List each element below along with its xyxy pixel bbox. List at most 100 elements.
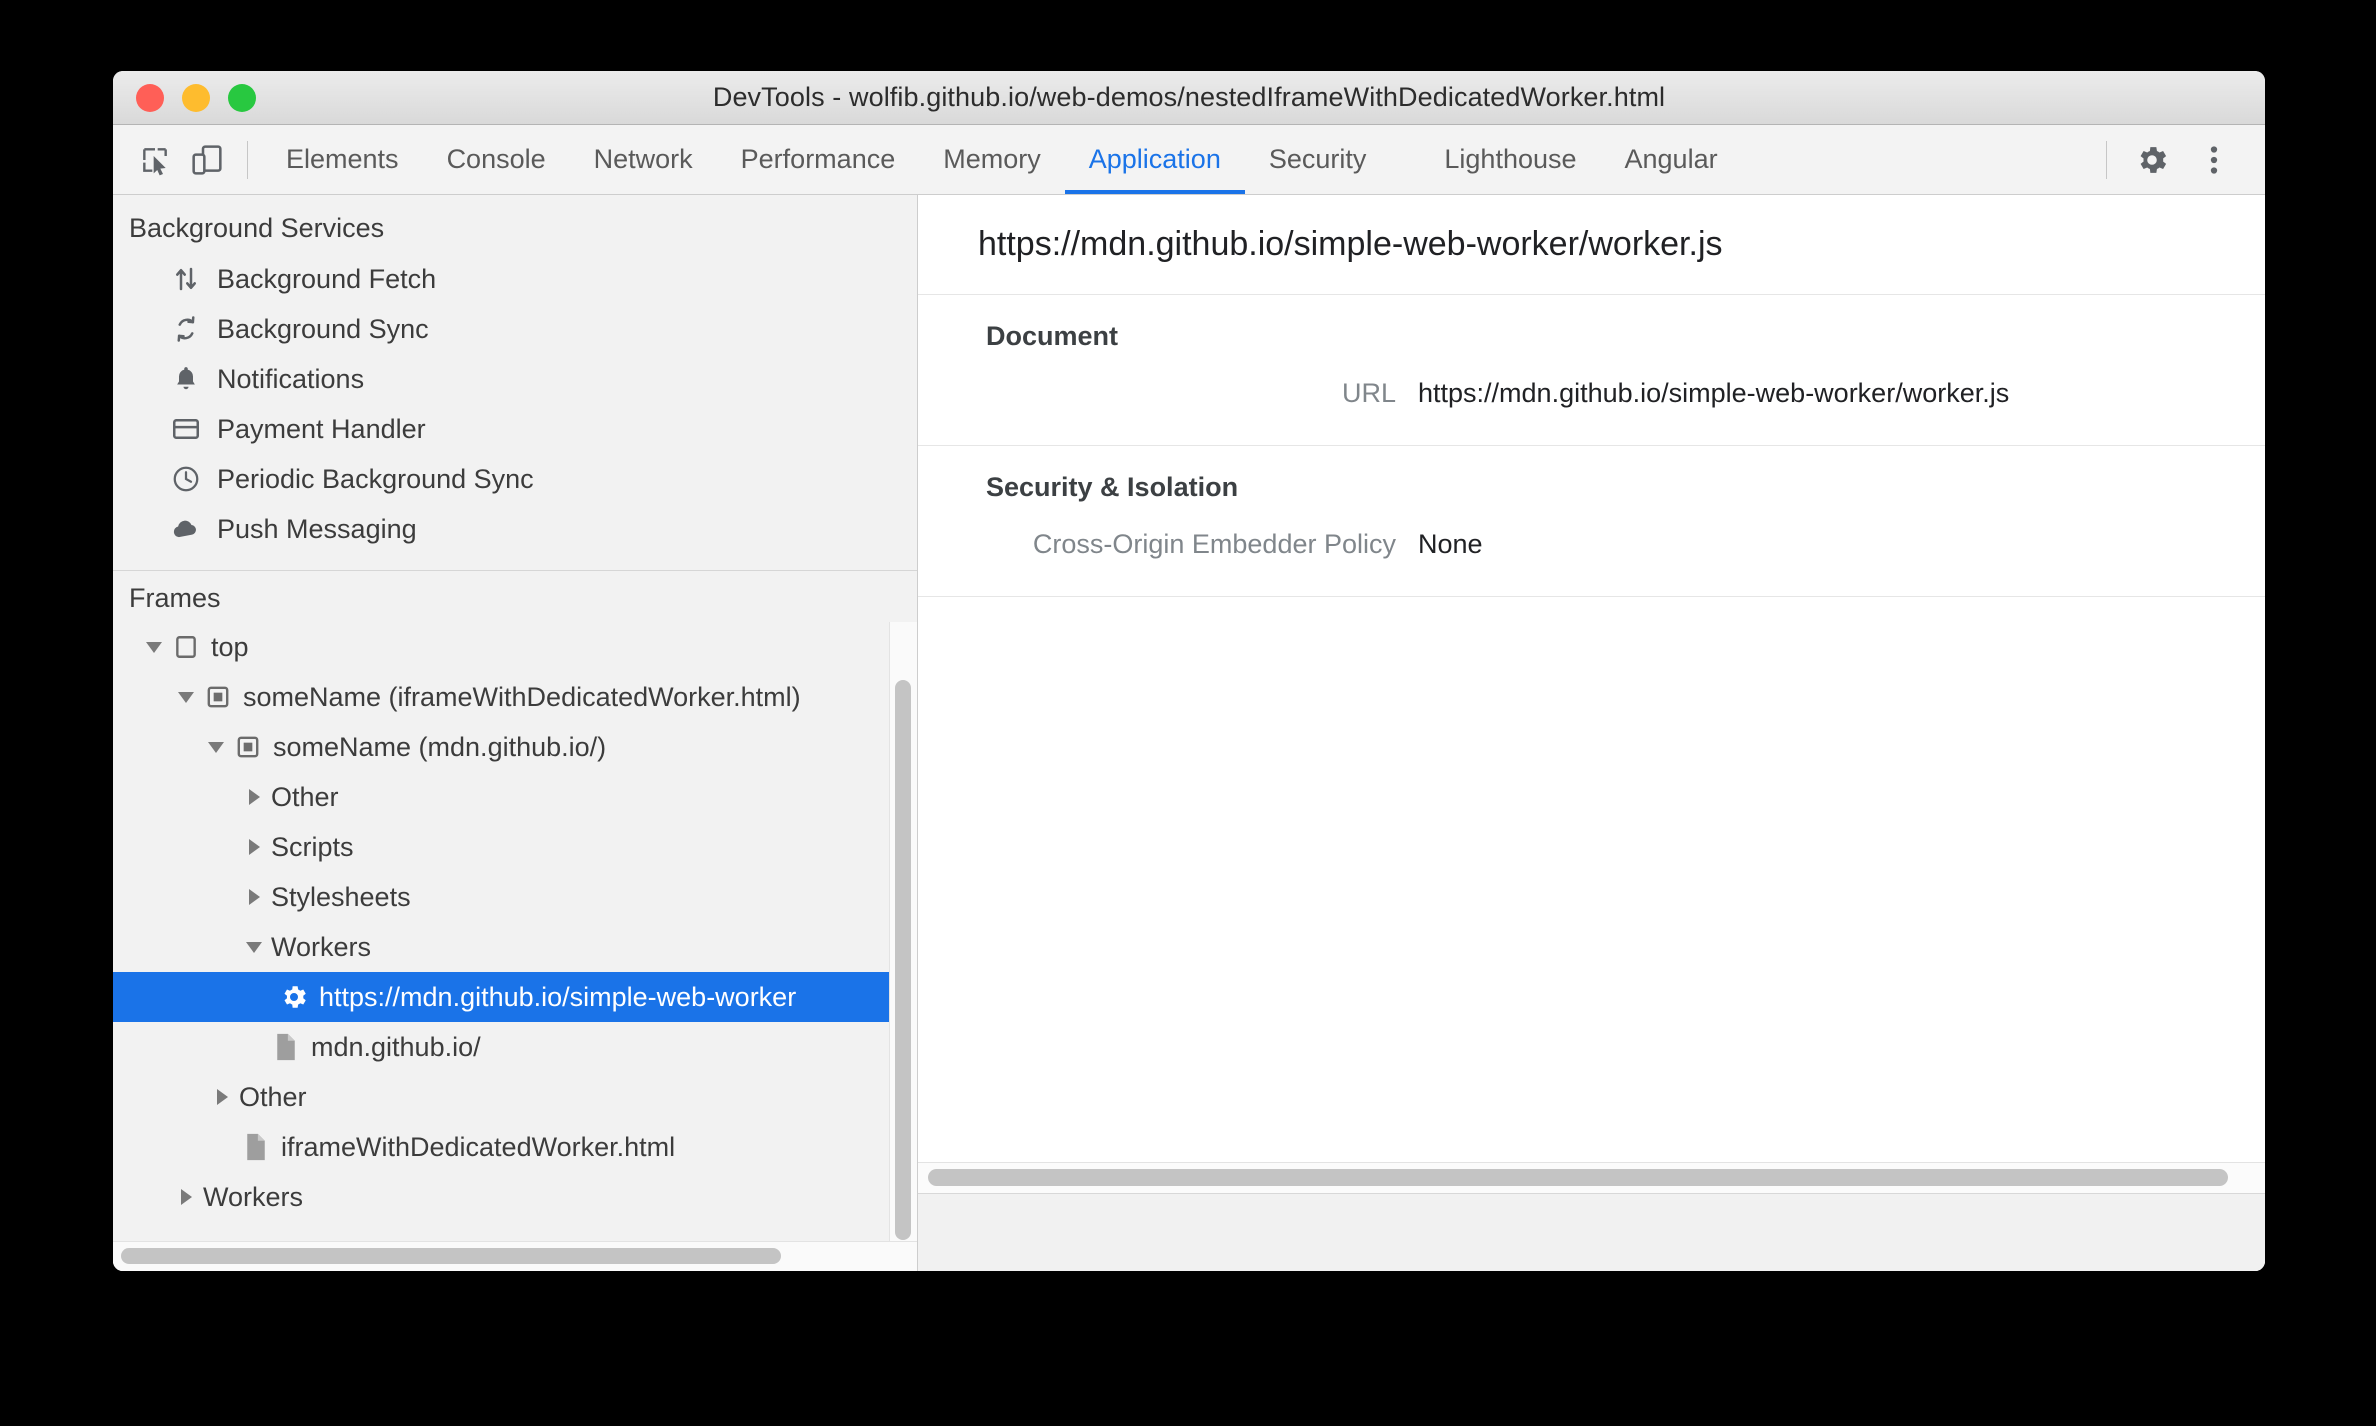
kebab-menu-icon [2210, 145, 2218, 174]
document-section: Document URL https://mdn.github.io/simpl… [918, 295, 2265, 446]
tree-row[interactable]: Other [113, 772, 917, 822]
document-icon [271, 1032, 301, 1062]
field-label: Cross-Origin Embedder Policy [1032, 529, 1396, 559]
tree-row[interactable]: Scripts [113, 822, 917, 872]
document-section-title: Document [986, 321, 1119, 351]
devtools-window: DevTools - wolfib.github.io/web-demos/ne… [113, 71, 2265, 1271]
tree-row-label: someName (mdn.github.io/) [273, 731, 607, 762]
tree-row[interactable]: Workers [113, 1172, 917, 1222]
sidebar-item-label: Periodic Background Sync [217, 463, 534, 494]
tree-row-label: Workers [203, 1181, 304, 1212]
more-options-button[interactable] [2183, 129, 2245, 191]
sidebar-item-background-fetch[interactable]: Background Fetch [113, 254, 917, 304]
tab-network[interactable]: Network [570, 125, 717, 194]
iframe-icon [203, 682, 233, 712]
tree-row[interactable]: Stylesheets [113, 872, 917, 922]
twisty-closed-icon[interactable] [175, 1189, 197, 1205]
sidebar-item-label: Background Fetch [217, 263, 437, 294]
tree-row-label: iframeWithDedicatedWorker.html [281, 1131, 676, 1162]
window-title-bar: DevTools - wolfib.github.io/web-demos/ne… [113, 71, 2265, 125]
security-isolation-section: Security & Isolation Cross-Origin Embedd… [918, 446, 2265, 597]
details-horizontal-scrollbar-thumb[interactable] [928, 1169, 2228, 1186]
tab-security[interactable]: Security [1245, 125, 1391, 194]
sidebar-item-background-sync[interactable]: Background Sync [113, 304, 917, 354]
document-icon [241, 1132, 271, 1162]
arrows-up-down-icon [169, 262, 203, 296]
tab-elements[interactable]: Elements [262, 125, 423, 194]
twisty-closed-icon[interactable] [211, 1089, 233, 1105]
tab-label: Console [446, 144, 546, 174]
twisty-closed-icon[interactable] [243, 789, 265, 805]
tab-bar-actions [2092, 125, 2265, 194]
frames-horizontal-scrollbar-track[interactable] [113, 1241, 917, 1271]
tree-row[interactable]: iframeWithDedicatedWorker.html [113, 1122, 917, 1172]
iframe-icon [233, 732, 263, 762]
device-toolbar-icon [192, 144, 222, 175]
tree-row-selected-worker[interactable]: https://mdn.github.io/simple-web-worker [113, 972, 889, 1022]
tab-memory[interactable]: Memory [919, 125, 1065, 194]
twisty-closed-icon[interactable] [243, 889, 265, 905]
tab-label: Security [1268, 144, 1367, 174]
toolbar-divider [247, 140, 248, 179]
tab-label: Memory [943, 144, 1041, 174]
tree-row-label: top [211, 631, 249, 662]
panel-tabs: Elements Console Network Performance Mem… [262, 125, 1742, 194]
tree-row[interactable]: mdn.github.io/ [113, 1022, 917, 1072]
twisty-open-icon[interactable] [243, 941, 265, 953]
twisty-open-icon[interactable] [175, 691, 197, 703]
tab-application[interactable]: Application [1064, 125, 1245, 194]
tree-row[interactable]: someName (iframeWithDedicatedWorker.html… [113, 672, 917, 722]
tab-lighthouse[interactable]: Lighthouse [1420, 125, 1600, 194]
sidebar-item-payment-handler[interactable]: Payment Handler [113, 404, 917, 454]
tab-console[interactable]: Console [423, 125, 570, 194]
application-sidebar: Background Services Background Fetch Bac… [113, 195, 918, 1271]
frames-section: Frames top someName (iframeWithDedicated… [113, 571, 917, 1271]
field-value[interactable]: https://mdn.github.io/simple-web-worker/… [1418, 378, 2009, 409]
tree-row-label: Other [271, 781, 339, 812]
details-horizontal-scrollbar-track[interactable] [918, 1162, 2265, 1194]
tab-angular[interactable]: Angular [1601, 125, 1742, 194]
twisty-closed-icon[interactable] [243, 839, 265, 855]
worker-gear-icon [279, 982, 309, 1012]
tree-row-label: Workers [271, 931, 372, 962]
sidebar-item-label: Push Messaging [217, 513, 417, 544]
devtools-tab-bar: Elements Console Network Performance Mem… [113, 125, 2265, 195]
maximize-button[interactable] [228, 83, 256, 112]
tab-performance[interactable]: Performance [717, 125, 920, 194]
sidebar-item-push-messaging[interactable]: Push Messaging [113, 504, 917, 554]
device-toolbar-button[interactable] [181, 125, 233, 194]
field-url: URL https://mdn.github.io/simple-web-wor… [918, 378, 2265, 409]
tree-row-label: mdn.github.io/ [311, 1031, 481, 1062]
sidebar-item-periodic-background-sync[interactable]: Periodic Background Sync [113, 454, 917, 504]
frames-horizontal-scrollbar-thumb[interactable] [121, 1248, 781, 1264]
tree-row-label: Stylesheets [271, 881, 411, 912]
tree-row-label: Scripts [271, 831, 354, 862]
actions-divider [2106, 140, 2107, 179]
background-services-section: Background Services Background Fetch Bac… [113, 195, 917, 571]
tree-row[interactable]: Other [113, 1072, 917, 1122]
frames-tree: top someName (iframeWithDedicatedWorker.… [113, 622, 917, 1241]
background-services-title: Background Services [129, 213, 385, 243]
inspect-element-button[interactable] [129, 125, 181, 194]
settings-button[interactable] [2121, 129, 2183, 191]
tree-row-label: https://mdn.github.io/simple-web-worker [319, 981, 797, 1012]
tab-label: Elements [286, 144, 399, 174]
tree-row[interactable]: Workers [113, 922, 917, 972]
tab-label: Application [1088, 144, 1221, 174]
panel-footer [918, 1194, 2265, 1271]
cloud-icon [169, 512, 203, 546]
tree-row[interactable]: top [113, 622, 917, 672]
frames-title-wrap: Frames [113, 571, 917, 622]
close-button[interactable] [136, 83, 164, 112]
window-title: DevTools - wolfib.github.io/web-demos/ne… [712, 82, 1666, 112]
sync-icon [169, 312, 203, 346]
twisty-open-icon[interactable] [205, 741, 227, 753]
tree-row[interactable]: someName (mdn.github.io/) [113, 722, 917, 772]
tree-row-label: Other [239, 1081, 307, 1112]
sidebar-item-label: Payment Handler [217, 413, 426, 444]
twisty-open-icon[interactable] [143, 641, 165, 653]
frame-icon [171, 632, 201, 662]
tab-label: Angular [1624, 144, 1718, 174]
minimize-button[interactable] [182, 83, 210, 112]
sidebar-item-notifications[interactable]: Notifications [113, 354, 917, 404]
